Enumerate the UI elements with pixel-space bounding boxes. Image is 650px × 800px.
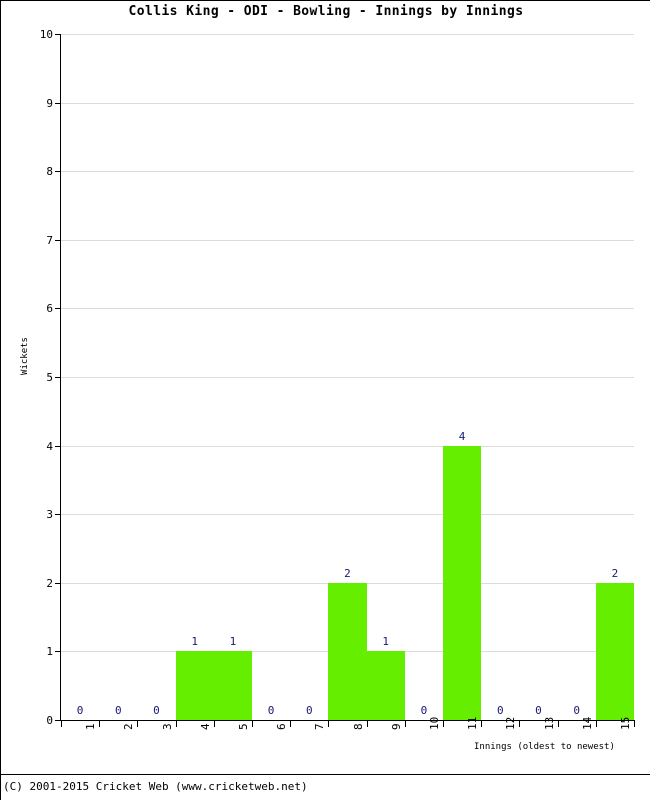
y-axis-tick-label: 4 [46, 439, 53, 453]
x-axis-tick [481, 721, 483, 727]
x-axis-tick-label: 15 [618, 716, 632, 730]
bar [175, 651, 214, 720]
y-axis-label: Wickets [20, 337, 30, 375]
x-axis-label: Innings (oldest to newest) [474, 742, 615, 752]
y-axis-tick-label: 9 [46, 96, 53, 110]
bar-value-label: 0 [535, 704, 542, 717]
bar-value-label: 2 [611, 566, 619, 580]
y-axis-tick-label: 6 [46, 302, 53, 316]
y-axis-tick-label: 10 [39, 28, 53, 41]
plot-area: 0 0 0 1 1 0 0 2 1 0 4 0 0 0 2 [61, 34, 634, 720]
gridline [61, 514, 634, 516]
x-axis-tick [404, 721, 406, 727]
x-axis-tick [290, 721, 292, 727]
y-axis-tick-label: 8 [46, 165, 53, 179]
x-axis-tick-label: 9 [389, 723, 403, 730]
x-axis-tick-label: 7 [313, 723, 327, 730]
bar [213, 651, 252, 720]
y-axis-tick-label: 5 [46, 371, 53, 384]
gridline [61, 34, 634, 35]
x-axis-tick-label: 4 [198, 723, 212, 730]
bar-value-label: 4 [458, 429, 466, 443]
bar-value-label: 0 [114, 704, 122, 717]
gridline [61, 102, 634, 104]
x-axis-tick-label: 5 [236, 723, 250, 730]
x-axis-tick [366, 721, 368, 727]
footer-divider [1, 774, 650, 775]
x-axis-tick-label: 13 [542, 716, 556, 730]
gridline [61, 445, 634, 447]
x-axis-tick-label: 8 [351, 723, 365, 730]
y-axis-tick-label: 3 [46, 508, 53, 522]
x-axis-tick [252, 721, 253, 727]
x-axis-tick-label: 3 [160, 723, 174, 730]
bar-value-label: 1 [382, 635, 389, 649]
bar-value-label: 0 [267, 704, 275, 717]
x-axis-tick-label: 6 [275, 723, 289, 730]
bar-value-label: 0 [153, 704, 160, 717]
gridline [61, 239, 634, 241]
bar-value-label: 0 [496, 704, 504, 717]
x-axis-tick-label: 1 [84, 723, 98, 730]
x-axis-tick [557, 721, 559, 727]
bar-value-label: 0 [305, 704, 313, 717]
y-axis-tick-label: 0 [46, 714, 53, 727]
x-axis-tick-label: 11 [466, 716, 480, 730]
x-axis-tick-label: 10 [427, 716, 441, 730]
bar-value-label: 0 [420, 704, 428, 717]
gridline [61, 308, 634, 310]
bar-value-label: 1 [191, 635, 198, 649]
page-title: Collis King - ODI - Bowling - Innings by… [128, 4, 524, 19]
gridline [61, 377, 634, 378]
chart-page: Collis King - ODI - Bowling - Innings by… [0, 0, 650, 800]
bar-value-label: 1 [229, 635, 237, 649]
x-axis-tick [175, 721, 177, 727]
bar-value-label: 0 [76, 704, 84, 717]
bar-value-label: 2 [344, 566, 351, 580]
bar [443, 445, 482, 720]
x-axis-tick [519, 721, 521, 727]
x-axis-tick [328, 721, 330, 727]
bar-value-label: 0 [573, 704, 580, 717]
bar [366, 651, 405, 720]
x-axis-tick [443, 721, 444, 727]
x-axis-tick-label: 12 [504, 716, 518, 730]
y-axis-tick-label: 7 [46, 233, 53, 247]
x-axis-tick-label: 14 [580, 716, 594, 730]
x-axis-tick [137, 721, 139, 727]
gridline [61, 171, 634, 173]
bar [328, 582, 367, 720]
y-axis-tick-label: 1 [46, 645, 53, 659]
x-axis-tick [634, 721, 635, 727]
x-axis-tick [61, 721, 62, 727]
bar [595, 582, 634, 720]
x-axis-tick [595, 721, 597, 727]
x-axis-tick [213, 721, 215, 727]
copyright-text: (C) 2001-2015 Cricket Web (www.cricketwe… [3, 780, 308, 793]
y-axis-tick-label: 2 [46, 576, 53, 590]
x-axis-tick [99, 721, 101, 727]
x-axis-tick-label: 2 [122, 723, 136, 730]
